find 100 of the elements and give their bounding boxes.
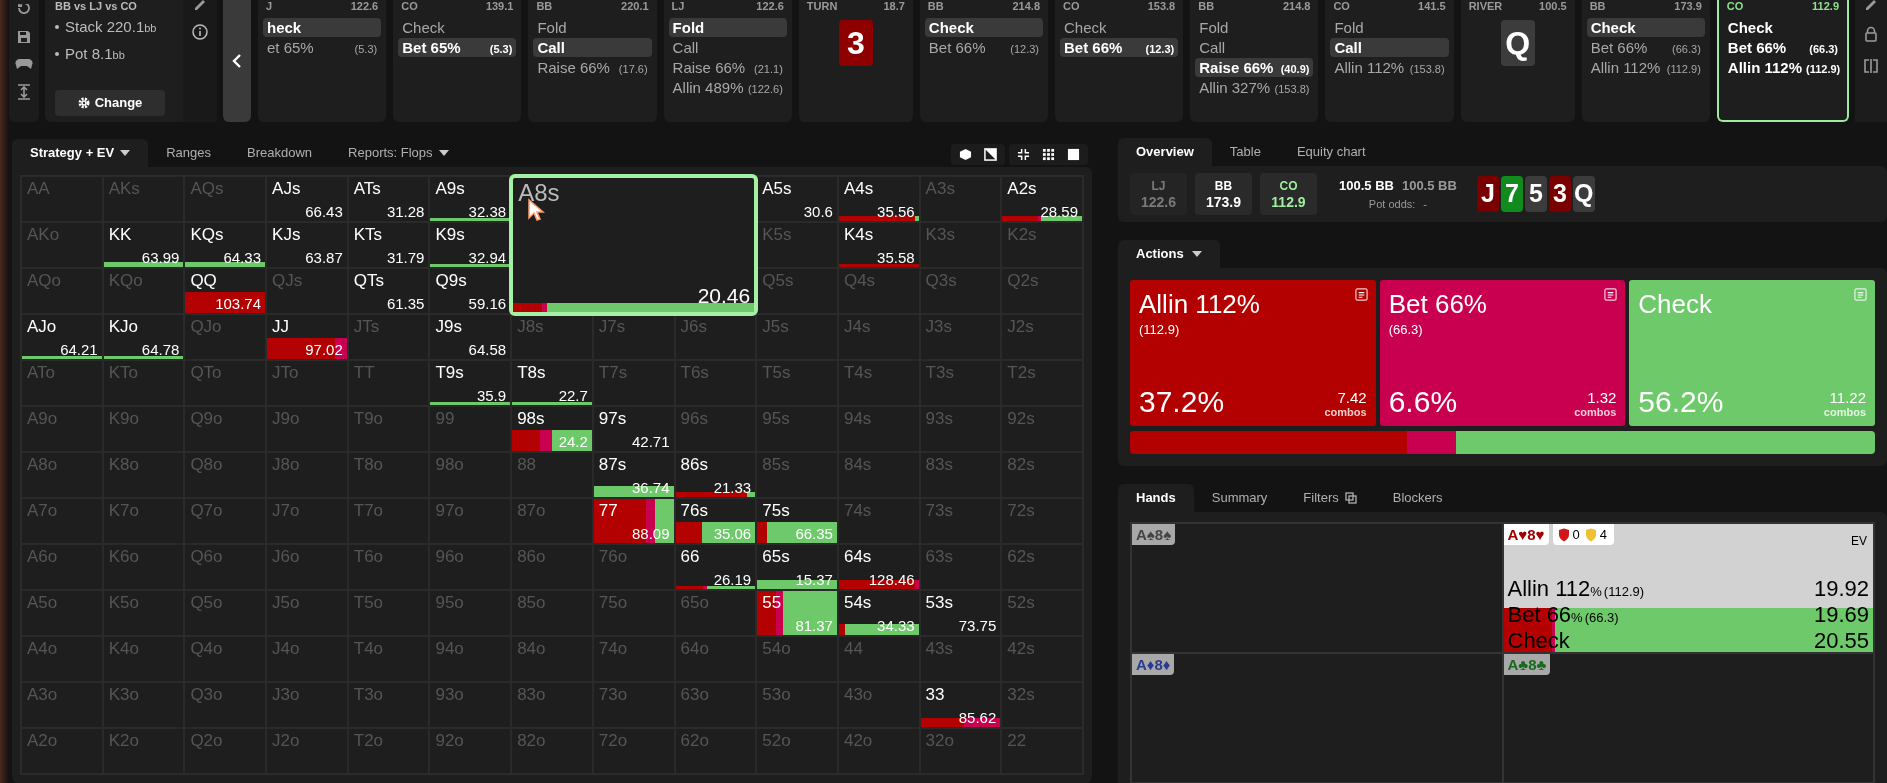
action-option[interactable]: Raise 66% (40.9) [1195,58,1314,77]
hand-cell[interactable]: AJo 64.21 [21,314,103,360]
action-option[interactable]: et 65% (5.3) [263,38,382,57]
hand-cell[interactable]: A8s 20.46 [509,174,759,316]
tab[interactable]: Breakdown [229,139,331,167]
save-icon[interactable] [17,30,31,44]
tab[interactable]: Blockers [1374,484,1461,512]
notes-icon[interactable] [1604,288,1618,301]
hand-card[interactable]: A♦8♦ [1131,653,1503,783]
tab[interactable]: Table [1211,138,1279,166]
compress-icon[interactable] [1017,148,1030,161]
action-option[interactable]: Raise 66% (21.1) [668,58,787,77]
hand-cell[interactable]: 75s 66.35 [756,498,838,544]
action-node[interactable]: BB 214.8 Check Bet 66% (12.3) [919,0,1048,122]
pencil-icon[interactable] [1864,0,1878,10]
hand-cell[interactable]: AJs 66.43 [266,176,348,222]
hand-cell[interactable]: JJ 97.02 [266,314,348,360]
tab[interactable]: Filters [1285,484,1375,512]
street-node[interactable]: RIVER 100.5 Q [1460,0,1575,122]
action-node[interactable]: BB 173.9 Check Bet 66% (66.3) Allin 112% (112.9) [1581,0,1710,122]
action-node[interactable]: BB 214.8 Fold Call Raise 66% (40.9) Allin 327% (153.8) [1190,0,1319,122]
square-icon[interactable] [1067,148,1080,161]
history-icon[interactable] [16,4,32,16]
tab[interactable]: Reports: Flops [330,139,467,167]
hand-cell[interactable]: KTs 31.79 [347,222,430,268]
action-option[interactable]: Allin 489% (122.6) [668,78,787,97]
action-node[interactable]: LJ 122.6 Fold Call Raise 66% (21.1) Allin 489% (122.6) [663,0,792,122]
action-option[interactable]: Check [1723,18,1843,37]
hand-cell[interactable]: KK 63.99 [102,222,185,268]
action-option[interactable]: Call [533,38,652,57]
hand-cell[interactable]: J9s 64.58 [429,314,512,360]
hand-cell[interactable]: A2s 28.59 [1001,176,1083,222]
action-option[interactable]: Fold [1330,18,1449,37]
tab[interactable]: Overview [1118,138,1212,166]
lock-icon[interactable] [1864,26,1878,42]
action-node[interactable]: CO 112.9 Check Bet 66% (66.3) Allin 112% (112.9) [1716,0,1850,122]
hand-cell[interactable]: QTs 61.35 [347,268,430,314]
tab[interactable]: Equity chart [1278,138,1384,166]
change-button[interactable]: Change [55,90,165,116]
action-option[interactable]: Bet 66% (66.3) [1586,38,1705,57]
tab[interactable]: Ranges [148,139,229,167]
action-option[interactable]: Raise 66% (17.6) [533,58,652,77]
hand-cell[interactable]: K9s 32.94 [429,222,512,268]
action-option[interactable]: Bet 66% (12.3) [924,38,1043,57]
action-node[interactable]: CO 139.1 Check Bet 65% (5.3) [393,0,522,122]
hand-cell[interactable]: 65s 15.37 [756,544,838,590]
street-node[interactable]: TURN 18.7 3 [798,0,913,122]
hand-cell[interactable]: KJs 63.87 [266,222,348,268]
action-option[interactable]: Check [1060,18,1179,37]
action-option[interactable]: Allin 327% (153.8) [1195,78,1314,97]
hand-cell[interactable]: QQ 103.74 [184,268,267,314]
action-option[interactable]: Allin 112% (153.8) [1330,58,1449,77]
action-option[interactable]: Bet 66% (66.3) [1723,38,1843,57]
action-option[interactable]: Allin 112% (112.9) [1586,58,1705,77]
player-chip[interactable]: LJ 122.6 [1130,173,1187,215]
grid-icon[interactable] [1042,148,1055,161]
hand-cell[interactable]: 98s 24.2 [511,406,593,452]
split-view-icon[interactable] [1863,58,1879,74]
gamepad-icon[interactable] [15,58,33,70]
actions-dropdown[interactable]: Actions [1118,240,1220,268]
hand-cell[interactable]: 66 26.19 [674,544,757,590]
action-option[interactable]: Fold [1195,18,1314,37]
action-option[interactable]: Call [1195,38,1314,57]
tab[interactable]: Strategy + EV [12,139,149,167]
action-node[interactable]: BB 220.1 Fold Call Raise 66% (17.6) [528,0,657,122]
tab[interactable]: Hands [1118,484,1194,512]
hand-cell[interactable]: A4s 35.56 [837,176,920,222]
hand-cell[interactable]: 33 85.62 [919,682,1002,728]
action-option[interactable]: Bet 65% (5.3) [398,38,517,57]
player-chip[interactable]: BB 173.9 [1195,173,1252,215]
hand-cell[interactable]: Q9s 59.16 [429,268,512,314]
action-option[interactable]: Check [924,18,1043,37]
tab[interactable]: Summary [1193,484,1286,512]
expand-icon[interactable] [17,84,31,100]
contrast-icon[interactable] [984,148,997,161]
action-card[interactable]: Check 56.2% 11.22 combos [1629,280,1875,426]
action-option[interactable]: Call [668,38,787,57]
action-option[interactable]: Call [1330,38,1449,57]
hand-cell[interactable]: KQs 64.33 [184,222,267,268]
action-option[interactable]: Allin 112% (112.9) [1723,58,1843,77]
hand-cell[interactable]: 55 81.37 [756,590,838,636]
hand-cell[interactable]: T8s 22.7 [511,360,593,406]
action-node[interactable]: CO 141.5 Fold Call Allin 112% (153.8) [1325,0,1454,122]
action-card[interactable]: Bet 66% (66.3) 6.6% 1.32 combos [1379,280,1626,426]
hand-cell[interactable]: 64s 128.46 [837,544,920,590]
hand-cell[interactable]: T9s 35.9 [429,360,512,406]
hand-cell[interactable]: ATs 31.28 [347,176,430,222]
hand-cell[interactable]: 86s 21.33 [674,452,757,498]
action-option[interactable]: Fold [533,18,652,37]
hand-card[interactable]: A♠8♠ [1131,523,1503,653]
action-option[interactable]: heck [263,18,382,37]
hand-cell[interactable]: 76s 35.06 [674,498,757,544]
hand-cell[interactable]: A5s 30.6 [756,176,838,222]
cube-icon[interactable] [959,148,972,161]
hand-cell[interactable]: KJo 64.78 [102,314,185,360]
notes-icon[interactable] [1354,288,1368,301]
action-card[interactable]: Allin 112% (112.9) 37.2% 7.42 combos [1130,280,1376,426]
action-node[interactable]: J 122.6 heck et 65% (5.3) [258,0,387,122]
info-icon[interactable] [192,24,208,40]
hand-card[interactable]: A♣8♣ [1502,653,1874,783]
